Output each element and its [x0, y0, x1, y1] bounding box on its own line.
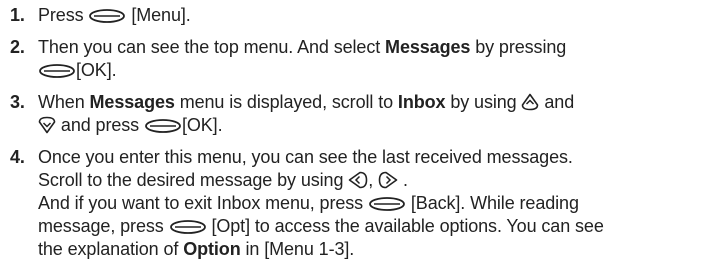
steps-list: 1. Press [Menu]. 2. Then you can see the… [10, 4, 710, 270]
step-text: the explanation of [38, 239, 179, 259]
step-text: . [185, 5, 191, 25]
step-text: . [403, 170, 408, 190]
step-text: and [544, 92, 575, 112]
step-text: [Menu] [131, 5, 186, 25]
left-soft-key-icon [144, 118, 182, 134]
step-3: 3. When Messages menu is displayed, scro… [10, 91, 710, 137]
step-1: 1. Press [Menu]. [10, 4, 710, 27]
step-text: Scroll to the desired message by using [38, 170, 344, 190]
step-text: [Opt] to access the available options. Y… [211, 216, 604, 236]
step-text: in [Menu 1-3]. [245, 239, 355, 259]
step-text: by using [450, 92, 517, 112]
step-text: [Back]. While reading [410, 193, 579, 213]
menu-name-inbox: Inbox [397, 92, 446, 112]
step-number: 2. [10, 37, 25, 57]
step-number: 4. [10, 147, 25, 167]
right-navigation-key-icon [378, 171, 398, 189]
left-soft-key-icon [169, 219, 207, 235]
up-navigation-key-icon [521, 93, 539, 111]
left-soft-key-icon [88, 8, 126, 24]
step-text: , [368, 170, 374, 190]
step-text: And if you want to exit Inbox menu, pres… [38, 193, 364, 213]
step-text: and press [60, 115, 140, 135]
right-soft-key-icon [368, 196, 406, 212]
step-number: 1. [10, 5, 25, 25]
left-soft-key-icon [38, 63, 76, 79]
menu-name-messages: Messages [385, 37, 471, 57]
step-text: Press [38, 5, 84, 25]
menu-name-option: Option [183, 239, 241, 259]
left-navigation-key-icon [348, 171, 368, 189]
step-number: 3. [10, 92, 25, 112]
down-navigation-key-icon [38, 116, 56, 134]
step-text: [OK]. [181, 115, 223, 135]
step-text: Once you enter this menu, you can see th… [38, 147, 573, 167]
step-text: message, press [38, 216, 164, 236]
menu-name-messages: Messages [89, 92, 175, 112]
step-2: 2. Then you can see the top menu. And se… [10, 36, 710, 82]
step-text: When [38, 92, 85, 112]
instruction-document: 1. Press [Menu]. 2. Then you can see the… [0, 0, 715, 280]
step-text: Then you can see the top menu. And selec… [38, 37, 381, 57]
step-text: by pressing [475, 37, 567, 57]
step-text: [OK]. [76, 60, 117, 80]
step-4: 4. Once you enter this menu, you can see… [10, 146, 710, 261]
step-text: menu is displayed, scroll to [179, 92, 394, 112]
